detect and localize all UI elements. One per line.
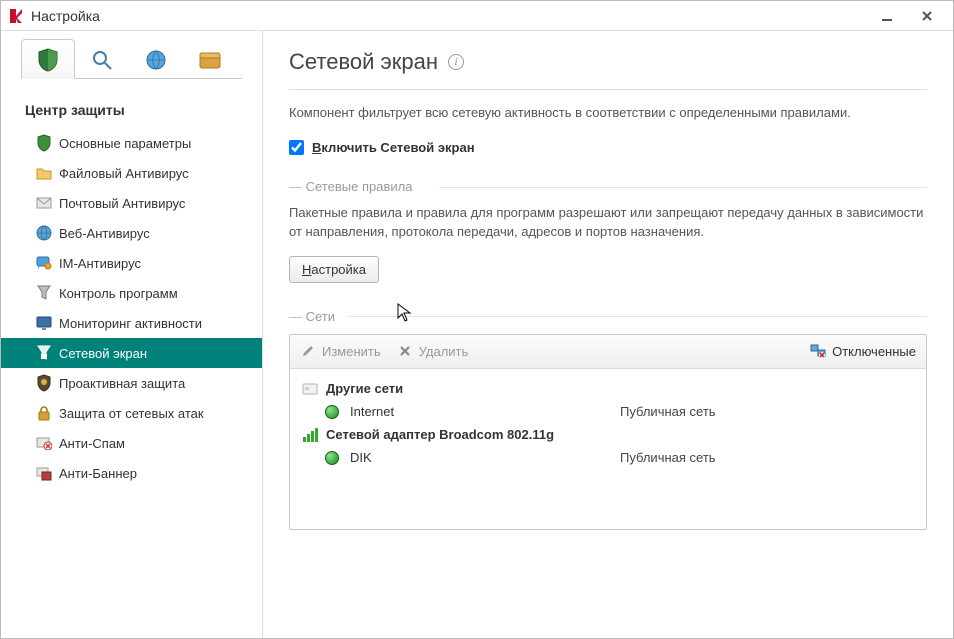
card-icon xyxy=(302,381,318,397)
funnel-icon xyxy=(35,284,53,302)
enable-firewall-row: Включить Сетевой экран xyxy=(289,140,927,173)
network-item-type: Публичная сеть xyxy=(620,404,716,419)
networks-legend: Сети xyxy=(289,309,927,324)
sidebar-item-анти-баннер[interactable]: Анти-Баннер xyxy=(1,458,262,488)
lock-icon xyxy=(35,404,53,422)
disconnected-networks-label: Отключенные xyxy=(832,344,916,359)
tab-protection[interactable] xyxy=(21,39,75,79)
delete-network-button[interactable]: Удалить xyxy=(397,343,469,359)
rules-description: Пакетные правила и правила для программ … xyxy=(289,204,927,256)
sidebar-item-label: Защита от сетевых атак xyxy=(59,406,204,421)
sidebar-item-label: Анти-Баннер xyxy=(59,466,137,481)
rules-settings-button[interactable]: Настройка xyxy=(289,256,379,283)
info-icon[interactable]: i xyxy=(448,54,464,70)
monitor-icon xyxy=(35,314,53,332)
sidebar-item-label: Контроль программ xyxy=(59,286,178,301)
enable-firewall-mnemonic: В xyxy=(312,140,321,155)
networks-list: Другие сети Internet Публичная сеть Сетевой… xyxy=(290,369,926,529)
component-description: Компонент фильтрует всю сетевую активнос… xyxy=(289,90,927,140)
tab-scan[interactable] xyxy=(75,39,129,79)
rules-legend: Сетевые правила xyxy=(289,179,927,194)
globe-icon xyxy=(324,450,340,466)
sidebar-item-label: Анти-Спам xyxy=(59,436,125,451)
sidebar-item-мониторинг-активности[interactable]: Мониторинг активности xyxy=(1,308,262,338)
signal-bars-icon xyxy=(302,427,318,443)
enable-firewall-label[interactable]: Включить Сетевой экран xyxy=(312,140,475,155)
sidebar-item-защита-от-сетевых-атак[interactable]: Защита от сетевых атак xyxy=(1,398,262,428)
network-item-name: DIK xyxy=(350,450,610,465)
sidebar-item-сетевой-экран[interactable]: Сетевой экран xyxy=(1,338,262,368)
enable-firewall-checkbox[interactable] xyxy=(289,140,304,155)
delete-network-label: Удалить xyxy=(419,344,469,359)
mail-icon xyxy=(35,194,53,212)
sidebar-item-label: IM-Антивирус xyxy=(59,256,141,271)
rules-legend-text: Сетевые правила xyxy=(306,179,413,194)
page-header: Сетевой экран i xyxy=(289,49,927,90)
antibanner-icon xyxy=(35,464,53,482)
sidebar-item-проактивная-защита[interactable]: Проактивная защита xyxy=(1,368,262,398)
tab-advanced[interactable] xyxy=(183,39,237,79)
antispam-icon xyxy=(35,434,53,452)
network-item-type: Публичная сеть xyxy=(620,450,716,465)
network-item-name: Internet xyxy=(350,404,610,419)
sidebar-item-label: Веб-Антивирус xyxy=(59,226,150,241)
tab-update[interactable] xyxy=(129,39,183,79)
sidebar-item-label: Сетевой экран xyxy=(59,346,147,361)
kaspersky-logo-icon xyxy=(7,7,25,25)
sidebar-item-label: Мониторинг активности xyxy=(59,316,202,331)
network-group[interactable]: Сетевой адаптер Broadcom 802.11g xyxy=(302,423,914,447)
shield-icon xyxy=(35,47,61,73)
folder-icon xyxy=(35,164,53,182)
content: Центр защиты Основные параметры Файловый … xyxy=(1,31,953,638)
titlebar: Настройка xyxy=(1,1,953,31)
networks-legend-text: Сети xyxy=(306,309,335,324)
networks-toolbar: Изменить Удалить xyxy=(290,335,926,369)
sidebar-item-веб-антивирус[interactable]: Веб-Антивирус xyxy=(1,218,262,248)
sidebar-item-анти-спам[interactable]: Анти-Спам xyxy=(1,428,262,458)
window-title: Настройка xyxy=(31,8,867,24)
network-item[interactable]: DIK Публичная сеть xyxy=(302,447,914,469)
chat-icon xyxy=(35,254,53,272)
sidebar-item-label: Основные параметры xyxy=(59,136,191,151)
sidebar-item-im-антивирус[interactable]: IM-Антивирус xyxy=(1,248,262,278)
web-globe-icon xyxy=(35,224,53,242)
sidebar-section-title: Центр защиты xyxy=(1,80,262,128)
close-button[interactable] xyxy=(907,5,947,27)
sidebar-nav: Основные параметры Файловый Антивирус Почт… xyxy=(1,128,262,488)
enable-firewall-label-text: ключить Сетевой экран xyxy=(321,140,474,155)
sidebar-item-файловый-антивирус[interactable]: Файловый Антивирус xyxy=(1,158,262,188)
sidebar-item-label: Почтовый Антивирус xyxy=(59,196,185,211)
disconnected-icon xyxy=(810,343,826,359)
sidebar-item-label: Файловый Антивирус xyxy=(59,166,189,181)
page-title: Сетевой экран xyxy=(289,49,438,75)
network-group-title: Другие сети xyxy=(326,381,403,396)
pencil-icon xyxy=(300,343,316,359)
shield-green-icon xyxy=(35,134,53,152)
minimize-button[interactable] xyxy=(867,5,907,27)
firewall-icon xyxy=(35,344,53,362)
globe-update-icon xyxy=(143,47,169,73)
globe-icon xyxy=(324,404,340,420)
network-group[interactable]: Другие сети xyxy=(302,377,914,401)
sidebar-item-контроль-программ[interactable]: Контроль программ xyxy=(1,278,262,308)
main-panel: Сетевой экран i Компонент фильтрует всю … xyxy=(263,31,953,638)
rules-button-mnemonic: Н xyxy=(302,262,311,277)
proactive-shield-icon xyxy=(35,374,53,392)
rules-button-text: астройка xyxy=(311,262,366,277)
sidebar-item-label: Проактивная защита xyxy=(59,376,185,391)
sidebar-item-почтовый-антивирус[interactable]: Почтовый Антивирус xyxy=(1,188,262,218)
sidebar: Центр защиты Основные параметры Файловый … xyxy=(1,31,263,638)
sidebar-item-основные-параметры[interactable]: Основные параметры xyxy=(1,128,262,158)
sidebar-tabstrip xyxy=(1,35,262,79)
x-icon xyxy=(397,343,413,359)
edit-network-button[interactable]: Изменить xyxy=(300,343,381,359)
box-icon xyxy=(197,47,223,73)
network-group-title: Сетевой адаптер Broadcom 802.11g xyxy=(326,427,554,442)
network-item[interactable]: Internet Публичная сеть xyxy=(302,401,914,423)
edit-network-label: Изменить xyxy=(322,344,381,359)
disconnected-networks-button[interactable]: Отключенные xyxy=(810,343,916,359)
networks-box: Изменить Удалить xyxy=(289,334,927,530)
magnifier-icon xyxy=(89,47,115,73)
